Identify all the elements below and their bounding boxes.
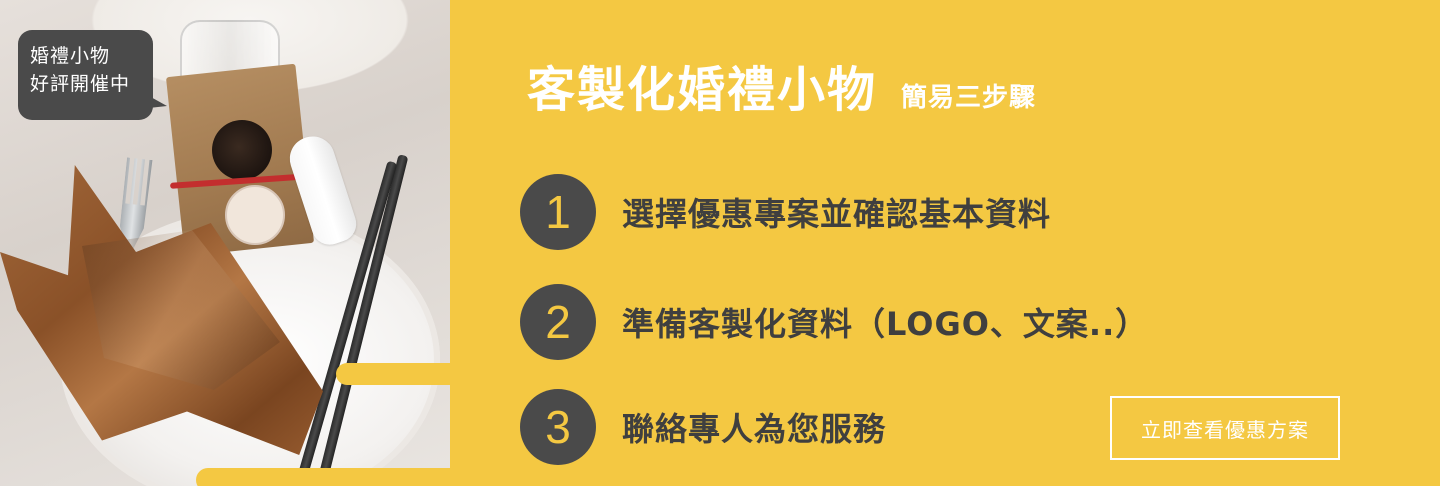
product-photo: 婚禮小物 好評開催中	[0, 0, 450, 486]
badge-line-1: 婚禮小物	[30, 45, 111, 67]
accent-bar-lower	[196, 468, 466, 486]
step-3: 3 聯絡專人為您服務	[520, 389, 886, 465]
step-text: 準備客製化資料（LOGO、文案..）	[622, 305, 1149, 343]
promo-badge: 婚禮小物 好評開催中	[18, 30, 167, 120]
step-number-badge: 1	[520, 174, 596, 250]
step-1: 1 選擇優惠專案並確認基本資料	[520, 174, 1051, 250]
page-title: 客製化婚禮小物	[527, 62, 878, 118]
step-2: 2 準備客製化資料（LOGO、文案..）	[520, 284, 1148, 360]
step-text: 選擇優惠專案並確認基本資料	[622, 195, 1052, 233]
step-number-badge: 2	[520, 284, 596, 360]
gift-tag	[225, 185, 285, 245]
accent-bar-upper	[336, 363, 466, 385]
page-subtitle: 簡易三步驟	[901, 83, 1037, 113]
badge-line-2: 好評開催中	[30, 73, 131, 95]
bag-seal	[212, 120, 272, 180]
step-number-badge: 3	[520, 389, 596, 465]
view-offers-button[interactable]: 立即查看優惠方案	[1110, 396, 1340, 460]
step-text: 聯絡專人為您服務	[622, 410, 887, 448]
header: 客製化婚禮小物 簡易三步驟	[527, 50, 1036, 120]
